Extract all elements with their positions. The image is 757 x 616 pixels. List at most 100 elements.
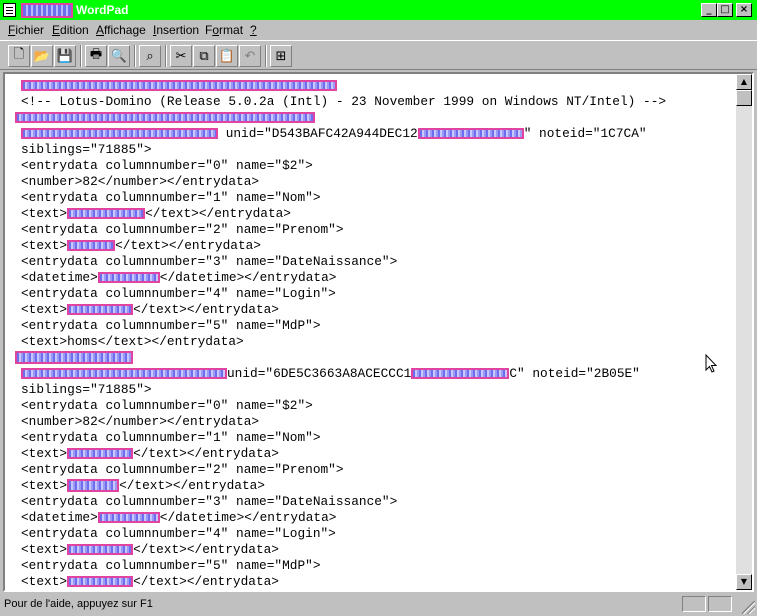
status-pane xyxy=(682,596,706,612)
doc-line-text: " noteid="1C7CA" xyxy=(523,126,647,141)
menu-fichier[interactable]: Fichier xyxy=(8,23,44,37)
toolbar-separator xyxy=(265,45,267,67)
menu-help[interactable]: ? xyxy=(250,23,257,37)
status-text: Pour de l'aide, appuyez sur F1 xyxy=(4,598,153,610)
copy-icon: ⧉ xyxy=(199,48,209,64)
doc-line: <entrydata columnnumber="3" name="DateNa… xyxy=(21,254,398,269)
redacted-text xyxy=(97,512,160,524)
open-button[interactable]: 📂 xyxy=(31,45,53,67)
menu-accel: E xyxy=(52,23,61,37)
doc-line: <entrydata columnnumber="5" name="MdP"> xyxy=(21,558,321,573)
doc-line: <entrydata columnnumber="4" name="Login"… xyxy=(21,526,336,541)
menu-format[interactable]: Format xyxy=(205,23,243,37)
toolbar-separator xyxy=(134,45,136,67)
toolbar-separator xyxy=(165,45,167,67)
doc-line-text: </text></entrydata> xyxy=(133,302,279,317)
menu-edition[interactable]: Edition xyxy=(52,23,89,37)
redacted-text xyxy=(411,368,510,380)
doc-line: <entrydata columnnumber="1" name="Nom"> xyxy=(21,190,321,205)
menu-label: ffichage xyxy=(104,23,146,37)
copy-button[interactable]: ⧉ xyxy=(193,45,215,67)
doc-line-text: </text></entrydata> xyxy=(133,446,279,461)
undo-button[interactable]: ↶ xyxy=(239,45,261,67)
scroll-up-button[interactable]: ▲ xyxy=(736,74,752,90)
document-editor[interactable]: <!-- Lotus-Domino (Release 5.0.2a (Intl)… xyxy=(5,74,736,590)
doc-line-text: <datetime> xyxy=(21,510,98,525)
paste-icon: 📋 xyxy=(218,48,236,64)
menu-affichage[interactable]: Affichage xyxy=(96,23,146,37)
print-icon: 🖶 xyxy=(89,47,103,62)
print-preview-button[interactable]: 🔍 xyxy=(108,45,130,67)
menu-label: rmat xyxy=(219,23,244,37)
mouse-cursor-icon xyxy=(705,354,718,373)
doc-line-text: <text> xyxy=(21,206,68,221)
doc-line-text: </text></entrydata> xyxy=(115,238,261,253)
doc-line-text: </text></entrydata> xyxy=(133,574,279,589)
doc-line: <entrydata columnnumber="1" name="Nom"> xyxy=(21,430,321,445)
new-button[interactable]: 🗋 xyxy=(8,45,30,67)
doc-line: siblings="71885"> xyxy=(21,142,152,157)
redacted-text xyxy=(97,272,160,284)
doc-line: <text>homs</text></entrydata> xyxy=(21,334,244,349)
doc-line: <datetime> </datetime></entrydata> xyxy=(21,510,336,526)
doc-line-text: <text> xyxy=(21,542,68,557)
doc-line-text: <text> xyxy=(21,446,68,461)
doc-line: <entrydata columnnumber="0" name="$2"> xyxy=(21,158,313,173)
print-button[interactable]: 🖶 xyxy=(85,45,107,67)
cut-icon: ✂ xyxy=(175,48,187,64)
doc-line: unid="D543BAFC42A944DEC12 " noteid="1C7CA… xyxy=(21,126,647,142)
doc-line: <text> </text></entrydata> xyxy=(21,478,265,494)
redacted-text xyxy=(417,128,524,140)
vertical-scrollbar[interactable]: ▲ ▼ xyxy=(736,74,752,590)
menu-accel: ? xyxy=(250,23,257,37)
doc-line-text: </text></entrydata> xyxy=(119,478,265,493)
redacted-text xyxy=(67,479,120,493)
redacted-document-name xyxy=(21,3,73,18)
doc-line xyxy=(15,110,315,126)
doc-line-text: </datetime></entrydata> xyxy=(159,270,337,285)
redacted-text xyxy=(67,544,134,556)
redacted-text xyxy=(67,304,134,316)
doc-line: <text> </text></entrydata> xyxy=(21,446,279,462)
close-icon: × xyxy=(739,4,749,15)
undo-icon: ↶ xyxy=(244,48,256,64)
doc-line: <text> </text></entrydata> xyxy=(21,302,279,318)
redacted-text xyxy=(67,448,134,460)
minimize-icon: _ xyxy=(706,4,712,15)
minimize-button[interactable]: _ xyxy=(701,3,717,17)
doc-line-text: <text> xyxy=(21,574,68,589)
toolbar: 🗋 📂 💾 🖶 🔍 ⌕ ✂ ⧉ 📋 ↶ ⊞ xyxy=(0,40,757,70)
doc-line: <entrydata columnnumber="4" name="Login"… xyxy=(21,286,336,301)
redacted-text xyxy=(21,368,227,380)
insert-object-button[interactable]: ⊞ xyxy=(270,45,292,67)
find-button[interactable]: ⌕ xyxy=(139,45,161,67)
doc-line: <text> </text></entrydata> xyxy=(21,206,291,222)
window-title: WordPad xyxy=(76,3,129,17)
doc-line xyxy=(15,350,133,366)
menu-insertion[interactable]: Insertion xyxy=(153,23,199,37)
doc-line-text: <text> xyxy=(21,478,68,493)
cut-button[interactable]: ✂ xyxy=(170,45,192,67)
save-button[interactable]: 💾 xyxy=(54,45,76,67)
doc-line-text: <datetime> xyxy=(21,270,98,285)
doc-line-text: C" noteid="2B05E" xyxy=(509,366,640,381)
doc-line: <text> </text></entrydata> xyxy=(21,542,279,558)
doc-line: <entrydata columnnumber="5" name="MdP"> xyxy=(21,318,321,333)
wordpad-app-icon[interactable] xyxy=(3,3,16,17)
doc-line-text: unid="6DE5C3663A8ACECCC1 xyxy=(227,366,412,381)
menu-label: ichier xyxy=(15,23,45,37)
redacted-text xyxy=(67,240,116,252)
title-bar[interactable]: WordPad _ □ × xyxy=(0,0,757,20)
find-icon: ⌕ xyxy=(146,48,154,64)
resize-grip-icon[interactable] xyxy=(742,601,755,614)
toolbar-separator xyxy=(80,45,82,67)
paste-button[interactable]: 📋 xyxy=(216,45,238,67)
close-button[interactable]: × xyxy=(736,3,752,17)
scroll-thumb[interactable] xyxy=(736,90,752,106)
redacted-text xyxy=(67,576,134,588)
scroll-down-button[interactable]: ▼ xyxy=(736,574,752,590)
doc-line: <entrydata columnnumber="2" name="Prenom… xyxy=(21,222,344,237)
save-icon: 💾 xyxy=(56,48,74,64)
doc-line-text: </text></entrydata> xyxy=(145,206,291,221)
maximize-button[interactable]: □ xyxy=(717,3,733,17)
